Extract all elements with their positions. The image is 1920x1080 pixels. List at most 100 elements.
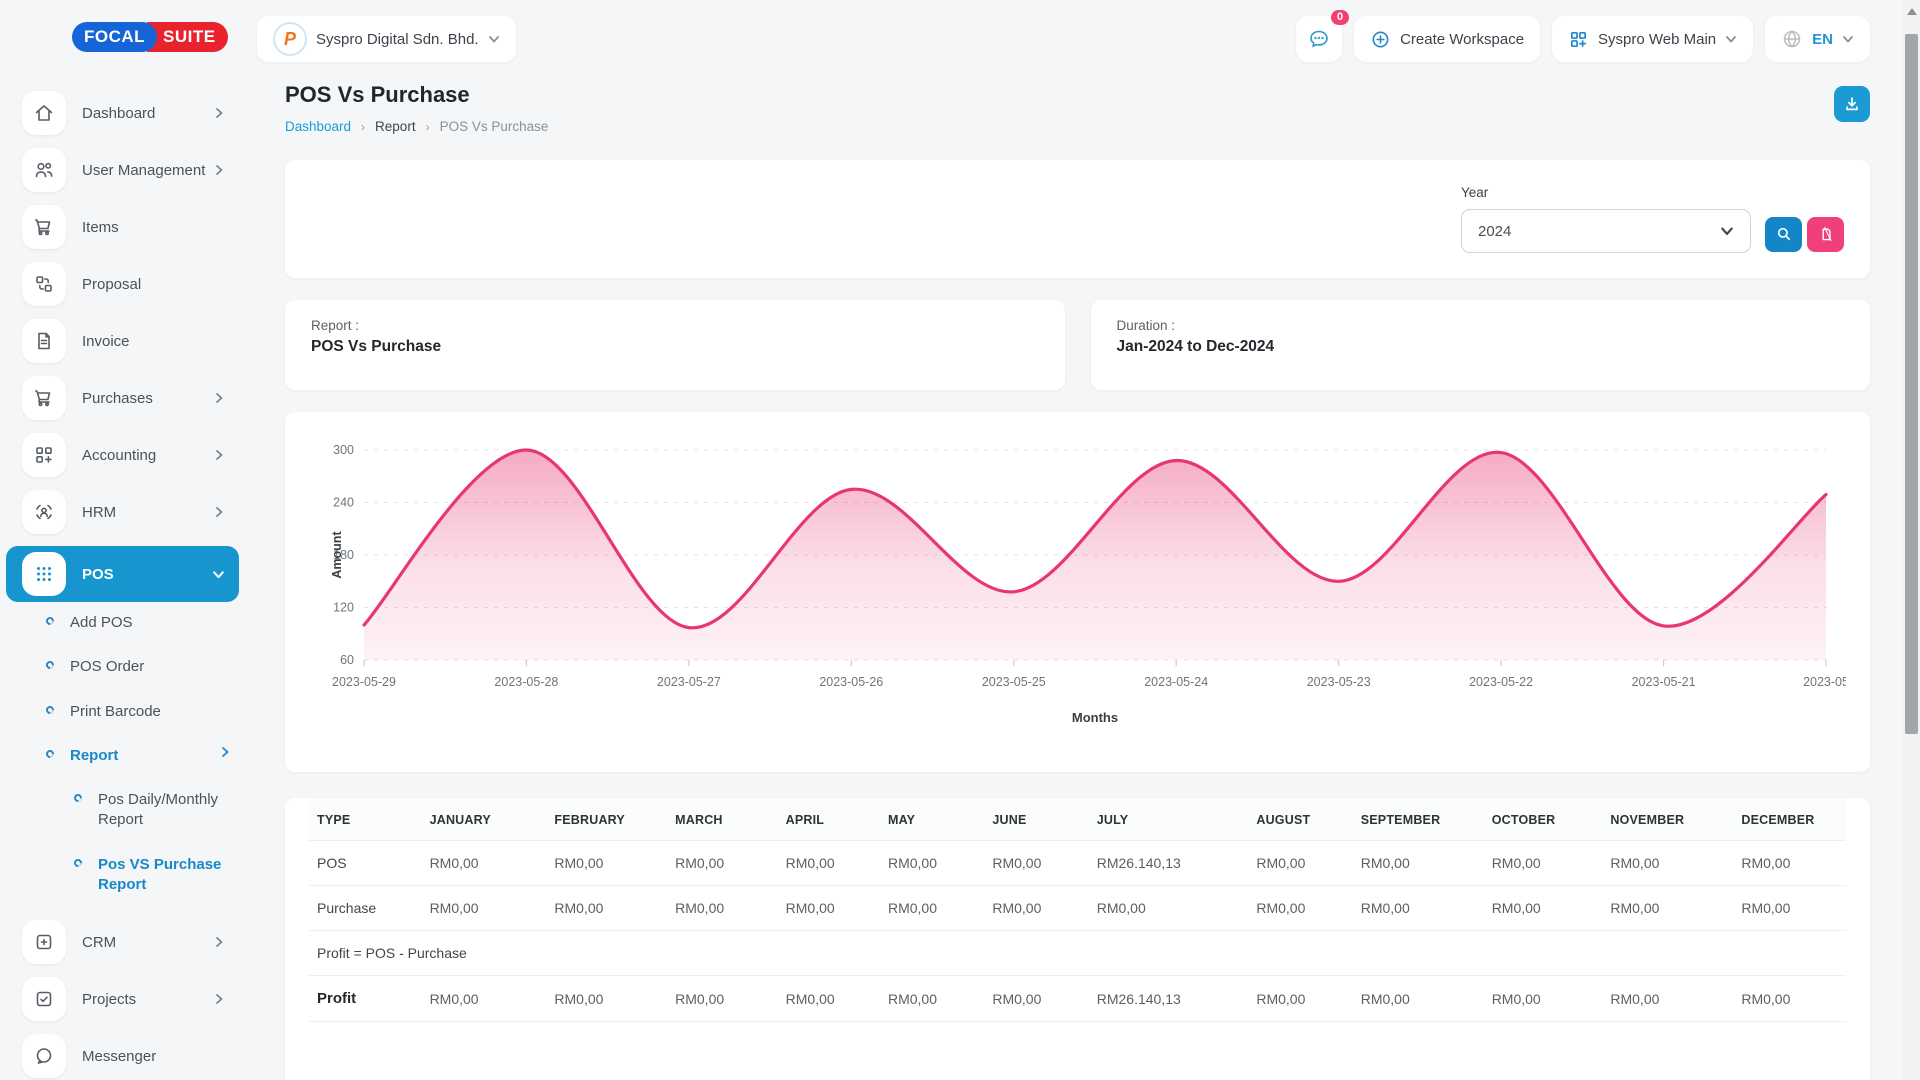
svg-text:2023-05-22: 2023-05-22	[1469, 675, 1533, 689]
table-cell: RM0,00	[1353, 886, 1484, 931]
table-cell: RM0,00	[667, 886, 778, 931]
table-cell: RM0,00	[422, 886, 547, 931]
report-summary-card: Report : POS Vs Purchase	[285, 300, 1065, 390]
column-header-july: JULY	[1089, 798, 1249, 841]
sidebar-item-label: Pos Daily/Monthly Report	[98, 790, 231, 831]
chart-card: 300240180120602023-05-292023-05-282023-0…	[285, 412, 1870, 772]
chat-button[interactable]: 0	[1296, 16, 1342, 62]
chevron-down-icon	[1720, 224, 1734, 238]
download-icon	[1843, 95, 1861, 113]
svg-text:2023-05-23: 2023-05-23	[1307, 675, 1371, 689]
svg-text:300: 300	[333, 443, 354, 457]
sidebar-item-pos-daily-monthly-report[interactable]: Pos Daily/Monthly Report	[74, 790, 231, 831]
table-cell: RM0,00	[546, 886, 667, 931]
scrollbar-thumb[interactable]	[1905, 34, 1918, 734]
table-cell: RM0,00	[667, 841, 778, 886]
chevron-down-icon	[1842, 33, 1854, 45]
cart-icon	[22, 205, 66, 249]
sidebar-item-items[interactable]: Items	[6, 204, 239, 250]
page-title: POS Vs Purchase	[285, 82, 548, 108]
row-type: Profit	[309, 976, 422, 1022]
table-cell: RM0,00	[546, 976, 667, 1022]
report-label: Report :	[311, 318, 1039, 333]
report-table-card: TYPEJANUARYFEBRUARYMARCHAPRILMAYJUNEJULY…	[285, 798, 1870, 1080]
sidebar-item-pos[interactable]: POS	[6, 546, 239, 602]
column-header-august: AUGUST	[1248, 798, 1352, 841]
breadcrumb-dashboard[interactable]: Dashboard	[285, 119, 351, 134]
svg-text:2023-05-27: 2023-05-27	[657, 675, 721, 689]
svg-text:Amount: Amount	[330, 531, 344, 579]
sidebar-item-label: Report	[70, 746, 118, 766]
app-menu-label: Syspro Web Main	[1598, 31, 1716, 48]
table-cell: RM0,00	[1602, 886, 1733, 931]
download-report-button[interactable]	[1834, 86, 1870, 122]
table-cell: RM0,00	[880, 886, 984, 931]
sidebar-item-print-barcode[interactable]: Print Barcode	[46, 702, 231, 722]
breadcrumb: Dashboard › Report › POS Vs Purchase	[285, 119, 548, 134]
column-header-march: MARCH	[667, 798, 778, 841]
table-cell: RM0,00	[984, 841, 1088, 886]
workspace-selector[interactable]: P Syspro Digital Sdn. Bhd.	[257, 16, 516, 62]
sidebar-item-invoice[interactable]: Invoice	[6, 318, 239, 364]
svg-text:2023-05-26: 2023-05-26	[819, 675, 883, 689]
sidebar-item-projects[interactable]: Projects	[6, 976, 239, 1022]
table-row-pos: POSRM0,00RM0,00RM0,00RM0,00RM0,00RM0,00R…	[309, 841, 1846, 886]
sidebar-item-add-pos[interactable]: Add POS	[46, 613, 231, 633]
swap-squares-icon	[22, 262, 66, 306]
year-select[interactable]: 2024	[1461, 209, 1751, 253]
sidebar-item-label: Projects	[82, 991, 213, 1008]
main-area: P Syspro Digital Sdn. Bhd. 0 Cre	[245, 0, 1920, 1080]
table-cell: RM0,00	[1602, 976, 1733, 1022]
table-cell: RM0,00	[422, 841, 547, 886]
chevron-right-icon	[213, 506, 225, 518]
sidebar-item-label: Pos VS Purchase Report	[98, 855, 231, 896]
app-menu-button[interactable]: Syspro Web Main	[1552, 16, 1753, 62]
sidebar-item-user-management[interactable]: User Management	[6, 147, 239, 193]
bullet-icon	[44, 615, 55, 626]
grid-plus-icon	[22, 433, 66, 477]
sidebar-item-messenger[interactable]: Messenger	[6, 1033, 239, 1079]
sidebar-item-pos-order[interactable]: POS Order	[46, 657, 231, 677]
column-header-june: JUNE	[984, 798, 1088, 841]
create-workspace-button[interactable]: Create Workspace	[1354, 16, 1540, 62]
table-cell: RM0,00	[1353, 976, 1484, 1022]
table-header-row: TYPEJANUARYFEBRUARYMARCHAPRILMAYJUNEJULY…	[309, 798, 1846, 841]
table-cell: RM0,00	[667, 976, 778, 1022]
sidebar-item-label: Purchases	[82, 390, 213, 407]
app-root: FOCAL SUITE DashboardUser ManagementItem…	[0, 0, 1920, 1080]
invoice-icon	[22, 319, 66, 363]
chevron-down-icon	[488, 33, 500, 45]
svg-text:2023-05: 2023-05	[1803, 675, 1846, 689]
sidebar-item-report[interactable]: Report	[46, 746, 231, 766]
sidebar-item-accounting[interactable]: Accounting	[6, 432, 239, 478]
column-header-type: TYPE	[309, 798, 422, 841]
language-selector[interactable]: EN	[1765, 16, 1870, 62]
year-select-value: 2024	[1478, 223, 1511, 240]
summary-row: Report : POS Vs Purchase Duration : Jan-…	[285, 300, 1870, 390]
year-label: Year	[1461, 185, 1751, 200]
sidebar-item-dashboard[interactable]: Dashboard	[6, 90, 239, 136]
column-header-november: NOVEMBER	[1602, 798, 1733, 841]
sidebar-item-label: Dashboard	[82, 105, 213, 122]
duration-label: Duration :	[1117, 318, 1845, 333]
sidebar-item-proposal[interactable]: Proposal	[6, 261, 239, 307]
breadcrumb-report[interactable]: Report	[375, 119, 416, 134]
chevron-right-icon	[213, 936, 225, 948]
bullet-icon	[44, 704, 55, 715]
search-button[interactable]	[1765, 217, 1802, 252]
sidebar-item-hrm[interactable]: HRM	[6, 489, 239, 535]
svg-text:2023-05-25: 2023-05-25	[982, 675, 1046, 689]
reset-filter-button[interactable]	[1807, 217, 1844, 252]
sidebar-item-crm[interactable]: CRM	[6, 919, 239, 965]
page-scrollbar[interactable]	[1903, 0, 1920, 1080]
svg-text:240: 240	[333, 496, 354, 510]
table-row-purchase: PurchaseRM0,00RM0,00RM0,00RM0,00RM0,00RM…	[309, 886, 1846, 931]
chevron-right-icon	[213, 449, 225, 461]
table-cell: RM0,00	[778, 841, 880, 886]
clear-file-icon	[1818, 226, 1834, 242]
scrollbar-up-arrow-icon[interactable]	[1907, 8, 1917, 15]
language-label: EN	[1812, 31, 1833, 48]
sidebar-item-pos-vs-purchase-report[interactable]: Pos VS Purchase Report	[74, 855, 231, 896]
sidebar-item-purchases[interactable]: Purchases	[6, 375, 239, 421]
table-cell: RM0,00	[422, 976, 547, 1022]
